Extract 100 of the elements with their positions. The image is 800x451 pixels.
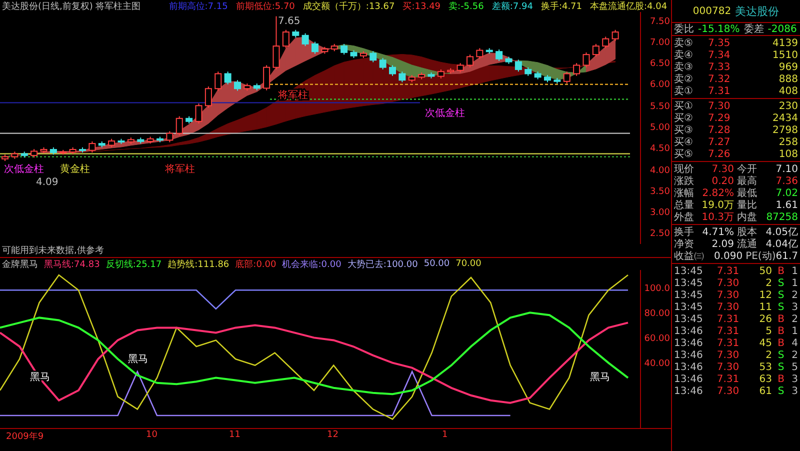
ratio-value: -15.18%	[698, 24, 740, 34]
candlestick	[466, 54, 474, 68]
stat-label: 涨幅	[674, 186, 694, 200]
trade-time: 13:45	[674, 266, 704, 276]
candlestick	[563, 71, 570, 84]
candlestick	[476, 48, 484, 60]
bid-label: 买⑤	[674, 148, 694, 161]
trade-side: B	[776, 266, 786, 276]
bid-price: 7.26	[708, 148, 732, 160]
price-axis-label: 4.50	[650, 144, 670, 154]
bid-volume: 230	[778, 100, 798, 112]
stat-value: 4.71%	[701, 226, 734, 238]
indicator-axis-label: 100.0	[644, 284, 670, 294]
trade-count: 2	[790, 290, 798, 300]
stat-label: 今开	[737, 163, 757, 176]
chart-annotation: 黑马	[128, 354, 148, 365]
stat-value: 7.10	[774, 164, 798, 174]
candlestick	[234, 80, 241, 92]
candlestick	[592, 43, 600, 58]
ask-price: 7.33	[708, 62, 732, 72]
ask-label: 卖④	[674, 48, 694, 62]
candlestick	[88, 140, 96, 153]
candlestick	[312, 41, 318, 54]
stat-label: 量比	[737, 198, 757, 212]
indicator-name: 金牌黑马	[2, 258, 38, 270]
trade-volume: 26	[758, 314, 772, 324]
candlestick	[379, 57, 386, 70]
stat-value: 0.20	[710, 176, 734, 186]
candlestick	[272, 16, 280, 70]
trade-count: 4	[790, 338, 798, 348]
trade-price: 7.31	[716, 374, 740, 384]
bid-label: 买①	[674, 100, 694, 113]
candlestick	[195, 103, 202, 124]
candlestick	[389, 64, 396, 76]
candlestick	[582, 52, 590, 68]
price-axis-label: 6.00	[650, 80, 670, 90]
indicator-value: 底部:0.00	[235, 258, 276, 270]
trade-volume: 2	[764, 350, 772, 360]
chart-annotation: 7.65	[278, 16, 300, 27]
ask-price: 7.31	[708, 86, 732, 96]
stat-label: 外盘	[674, 211, 694, 224]
diff-value: -2086	[768, 24, 797, 34]
stock-name: 美达股份	[735, 4, 780, 18]
stat-label: PE(动)	[746, 250, 776, 263]
price-axis-label: 7.50	[650, 16, 670, 27]
trade-volume: 12	[758, 290, 772, 300]
chart-annotation: 次低金柱	[4, 164, 44, 175]
candlestick	[573, 62, 580, 76]
stat-value: 7.30	[710, 164, 734, 174]
ask-volume: 969	[778, 62, 798, 72]
price-axis-label: 2.50	[650, 229, 670, 240]
bid-volume: 2798	[772, 124, 798, 136]
ask-label: 卖③	[674, 60, 694, 74]
trade-volume: 53	[758, 362, 772, 372]
stat-value: 61.7	[776, 250, 798, 262]
indicator-value: 换手:4.71	[540, 0, 582, 12]
trade-count: 5	[790, 362, 798, 372]
trade-time: 13:46	[674, 374, 704, 384]
chart-annotation: 4.09	[36, 177, 58, 188]
indicator-value: 买:13.49	[402, 0, 441, 12]
chart-annotation: 黑马	[590, 372, 610, 383]
indicator-value: 差额:7.94	[492, 0, 533, 12]
bid-label: 买③	[674, 124, 694, 137]
price-axis-label: 7.00	[650, 38, 670, 48]
candlestick	[602, 36, 610, 49]
candlestick	[214, 71, 222, 92]
indicator-axis-label: 80.00	[644, 309, 670, 320]
date-axis-label: 12	[327, 430, 338, 440]
ask-label: 卖⑤	[674, 36, 694, 50]
chart-annotation: 黄金柱	[60, 164, 90, 175]
date-axis-label: 11	[229, 430, 240, 440]
trade-time: 13:45	[674, 278, 704, 288]
trade-volume: 11	[758, 302, 772, 312]
trade-time: 13:45	[674, 314, 704, 324]
candlestick	[224, 71, 232, 85]
stat-value: 19.0万	[700, 199, 734, 212]
trade-side: S	[776, 302, 786, 312]
stat-label: 股本	[737, 226, 757, 238]
trade-count: 2	[790, 314, 798, 324]
trade-volume: 2	[764, 278, 772, 288]
stat-label: 流通	[737, 238, 757, 251]
ratio-label: 委比	[674, 22, 694, 36]
candlestick	[263, 64, 270, 91]
trade-time: 13:45	[674, 290, 704, 300]
stat-value: 2.82%	[701, 188, 734, 198]
trade-volume: 61	[758, 386, 772, 396]
price-axis-label: 5.00	[650, 123, 670, 134]
ask-price: 7.34	[708, 50, 732, 60]
stat-label: 换手	[674, 226, 694, 239]
candlestick	[302, 32, 309, 47]
stat-value: 87258	[765, 212, 798, 222]
indicator-value: 反切线:25.17	[106, 258, 162, 270]
indicator-value: 机会来临:0.00	[282, 258, 342, 270]
ask-volume: 4139	[772, 38, 798, 48]
bid-label: 买④	[674, 136, 694, 149]
indicator-value: 50.00	[424, 259, 450, 269]
trade-time: 13:46	[674, 362, 704, 372]
trade-time: 13:45	[674, 302, 704, 312]
bid-label: 买②	[674, 112, 694, 125]
trade-side: S	[776, 350, 786, 360]
